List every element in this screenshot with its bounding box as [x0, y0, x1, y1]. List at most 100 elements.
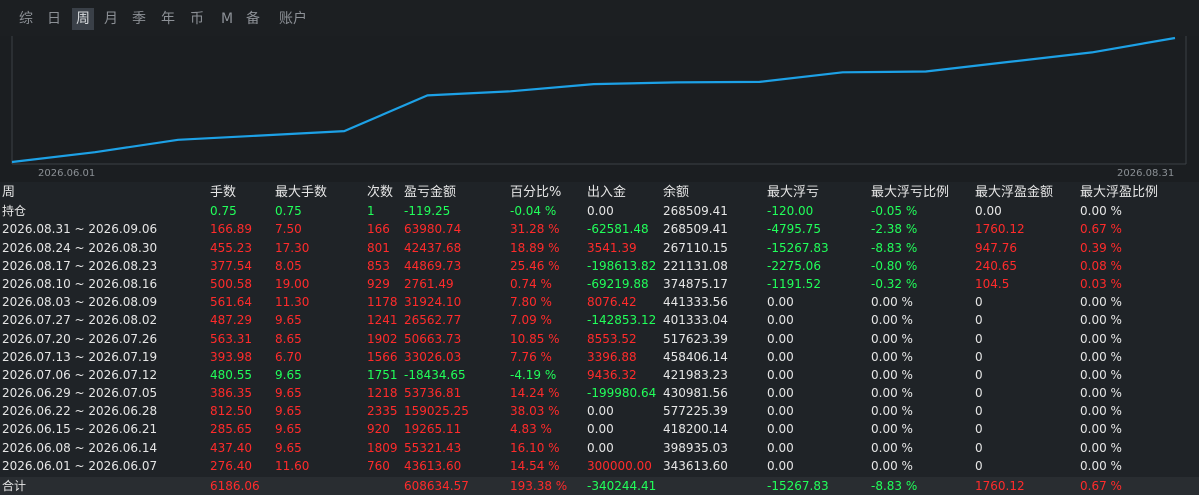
cell-max-loss-pct: -0.80 %	[871, 258, 918, 273]
total-max-profit: 1760.12	[975, 479, 1025, 493]
table-row[interactable]: 2026.06.01 ~ 2026.06.07 276.40 11.60 760 436…	[0, 457, 1199, 475]
table-row[interactable]: 2026.06.08 ~ 2026.06.14 437.40 9.65 1809 553…	[0, 439, 1199, 457]
column-header[interactable]: 余额	[663, 184, 689, 202]
cell-lots: 500.58	[210, 276, 252, 291]
cell-max-lots: 8.05	[275, 258, 302, 273]
cell-pct: 7.09 %	[510, 313, 552, 328]
cell-period: 2026.08.17 ~ 2026.08.23	[2, 258, 158, 273]
cell-max-profit: 0	[975, 367, 983, 382]
cell-max-loss: 0.00	[767, 422, 794, 437]
cell-max-lots: 9.65	[275, 313, 302, 328]
cell-max-lots: 0.75	[275, 204, 302, 219]
cell-pnl: 50663.73	[404, 331, 462, 346]
cell-pnl: 31924.10	[404, 295, 462, 310]
table-row[interactable]: 2026.08.24 ~ 2026.08.30 455.23 17.30 801 424…	[0, 239, 1199, 257]
table-row[interactable]: 2026.07.27 ~ 2026.08.02 487.29 9.65 1241 265…	[0, 311, 1199, 329]
cell-period: 2026.06.22 ~ 2026.06.28	[2, 404, 158, 419]
cell-flow: 0.00	[587, 422, 614, 437]
cell-pnl: 42437.68	[404, 240, 462, 255]
column-header[interactable]: 周	[2, 184, 15, 202]
table-row[interactable]: 2026.06.22 ~ 2026.06.28 812.50 9.65 2335 159…	[0, 402, 1199, 420]
cell-max-profit: 0.00	[975, 204, 1002, 219]
total-period: 合计	[2, 479, 27, 493]
column-header[interactable]: 最大浮盈金额	[975, 184, 1053, 202]
cell-max-profit: 0	[975, 440, 983, 455]
tab-8[interactable]: 备	[245, 8, 261, 30]
column-header[interactable]: 次数	[367, 184, 393, 202]
cell-count: 801	[367, 240, 390, 255]
cell-balance: 418200.14	[663, 422, 728, 437]
cell-flow: -69219.88	[587, 276, 649, 291]
cell-flow: 0.00	[587, 404, 614, 419]
cell-max-loss: 0.00	[767, 349, 794, 364]
cell-max-loss: 0.00	[767, 313, 794, 328]
tab-3[interactable]: 月	[103, 8, 119, 30]
cell-max-lots: 9.65	[275, 422, 302, 437]
cell-count: 1178	[367, 295, 398, 310]
cell-max-profit: 0	[975, 331, 983, 346]
cell-pnl: -119.25	[404, 204, 451, 219]
tab-5[interactable]: 年	[160, 8, 176, 30]
table-row[interactable]: 2026.06.15 ~ 2026.06.21 285.65 9.65 920 1926…	[0, 420, 1199, 438]
cell-max-loss: -1191.52	[767, 276, 821, 291]
cell-balance: 268509.41	[663, 222, 728, 237]
cell-period: 2026.06.15 ~ 2026.06.21	[2, 422, 158, 437]
cell-max-loss-pct: 0.00 %	[871, 367, 913, 382]
cell-max-loss-pct: -0.32 %	[871, 276, 918, 291]
table-row[interactable]: 2026.07.06 ~ 2026.07.12 480.55 9.65 1751 -18…	[0, 366, 1199, 384]
column-header[interactable]: 最大浮亏	[767, 184, 819, 202]
table-row[interactable]: 2026.08.31 ~ 2026.09.06 166.89 7.50 166 6398…	[0, 220, 1199, 238]
table-row[interactable]: 2026.08.03 ~ 2026.08.09 561.64 11.30 1178 31…	[0, 293, 1199, 311]
cell-max-profit: 104.5	[975, 276, 1010, 291]
cell-pct: 18.89 %	[510, 240, 560, 255]
cell-flow: -198613.82	[587, 258, 657, 273]
cell-lots: 480.55	[210, 367, 252, 382]
cell-max-lots: 9.65	[275, 367, 302, 382]
cell-flow: 3541.39	[587, 240, 637, 255]
table-header-row: 周 手数 最大手数 次数 盈亏金额 百分比% 出入金 余额 最大浮亏 最大浮亏比例 最大浮盈金额 最大…	[0, 184, 1199, 202]
cell-flow: -142853.12	[587, 313, 657, 328]
total-max-profit-pct: 0.67 %	[1080, 479, 1122, 493]
cell-max-loss-pct: -0.05 %	[871, 204, 918, 219]
table-row[interactable]: 2026.06.29 ~ 2026.07.05 386.35 9.65 1218 537…	[0, 384, 1199, 402]
column-header[interactable]: 手数	[210, 184, 236, 202]
table-row-holding[interactable]: 持仓 0.75 0.75 1 -119.25 -0.04 % 0.00 268509.41 -1…	[0, 202, 1199, 220]
cell-pnl: 53736.81	[404, 386, 462, 401]
tab-7[interactable]: M	[219, 8, 235, 30]
cell-max-profit: 240.65	[975, 258, 1017, 273]
cell-max-loss-pct: -8.83 %	[871, 240, 918, 255]
table-row[interactable]: 2026.07.20 ~ 2026.07.26 563.31 8.65 1902 506…	[0, 330, 1199, 348]
cell-max-lots: 17.30	[275, 240, 310, 255]
cell-max-loss: -2275.06	[767, 258, 821, 273]
tab-6[interactable]: 币	[189, 8, 205, 30]
table-row[interactable]: 2026.07.13 ~ 2026.07.19 393.98 6.70 1566 330…	[0, 348, 1199, 366]
table-row[interactable]: 2026.08.17 ~ 2026.08.23 377.54 8.05 853 4486…	[0, 257, 1199, 275]
tab-1[interactable]: 日	[46, 8, 62, 30]
cell-max-profit: 0	[975, 386, 983, 401]
column-header[interactable]: 最大手数	[275, 184, 327, 202]
cell-period: 2026.07.27 ~ 2026.08.02	[2, 313, 158, 328]
table-row[interactable]: 2026.08.10 ~ 2026.08.16 500.58 19.00 929 276…	[0, 275, 1199, 293]
tab-9[interactable]: 账户	[277, 8, 309, 30]
cell-lots: 386.35	[210, 386, 252, 401]
equity-chart: 2026.06.01 2026.08.31	[0, 36, 1199, 182]
column-header[interactable]: 盈亏金额	[404, 184, 456, 202]
cell-period: 持仓	[2, 204, 27, 219]
cell-pnl: 55321.43	[404, 440, 462, 455]
tab-0[interactable]: 综	[18, 8, 34, 30]
column-header[interactable]: 出入金	[587, 184, 626, 202]
cell-max-loss-pct: -2.38 %	[871, 222, 918, 237]
tab-2[interactable]: 周	[72, 8, 94, 30]
column-header[interactable]: 百分比%	[510, 184, 561, 202]
cell-lots: 377.54	[210, 258, 252, 273]
tab-4[interactable]: 季	[131, 8, 147, 30]
cell-count: 1902	[367, 331, 398, 346]
cell-period: 2026.08.31 ~ 2026.09.06	[2, 222, 158, 237]
cell-period: 2026.08.03 ~ 2026.08.09	[2, 295, 158, 310]
cell-pct: 4.83 %	[510, 422, 552, 437]
cell-balance: 517623.39	[663, 331, 728, 346]
cell-max-loss-pct: 0.00 %	[871, 331, 913, 346]
cell-max-profit-pct: 0.00 %	[1080, 349, 1122, 364]
column-header[interactable]: 最大浮盈比例	[1080, 184, 1158, 202]
column-header[interactable]: 最大浮亏比例	[871, 184, 949, 202]
